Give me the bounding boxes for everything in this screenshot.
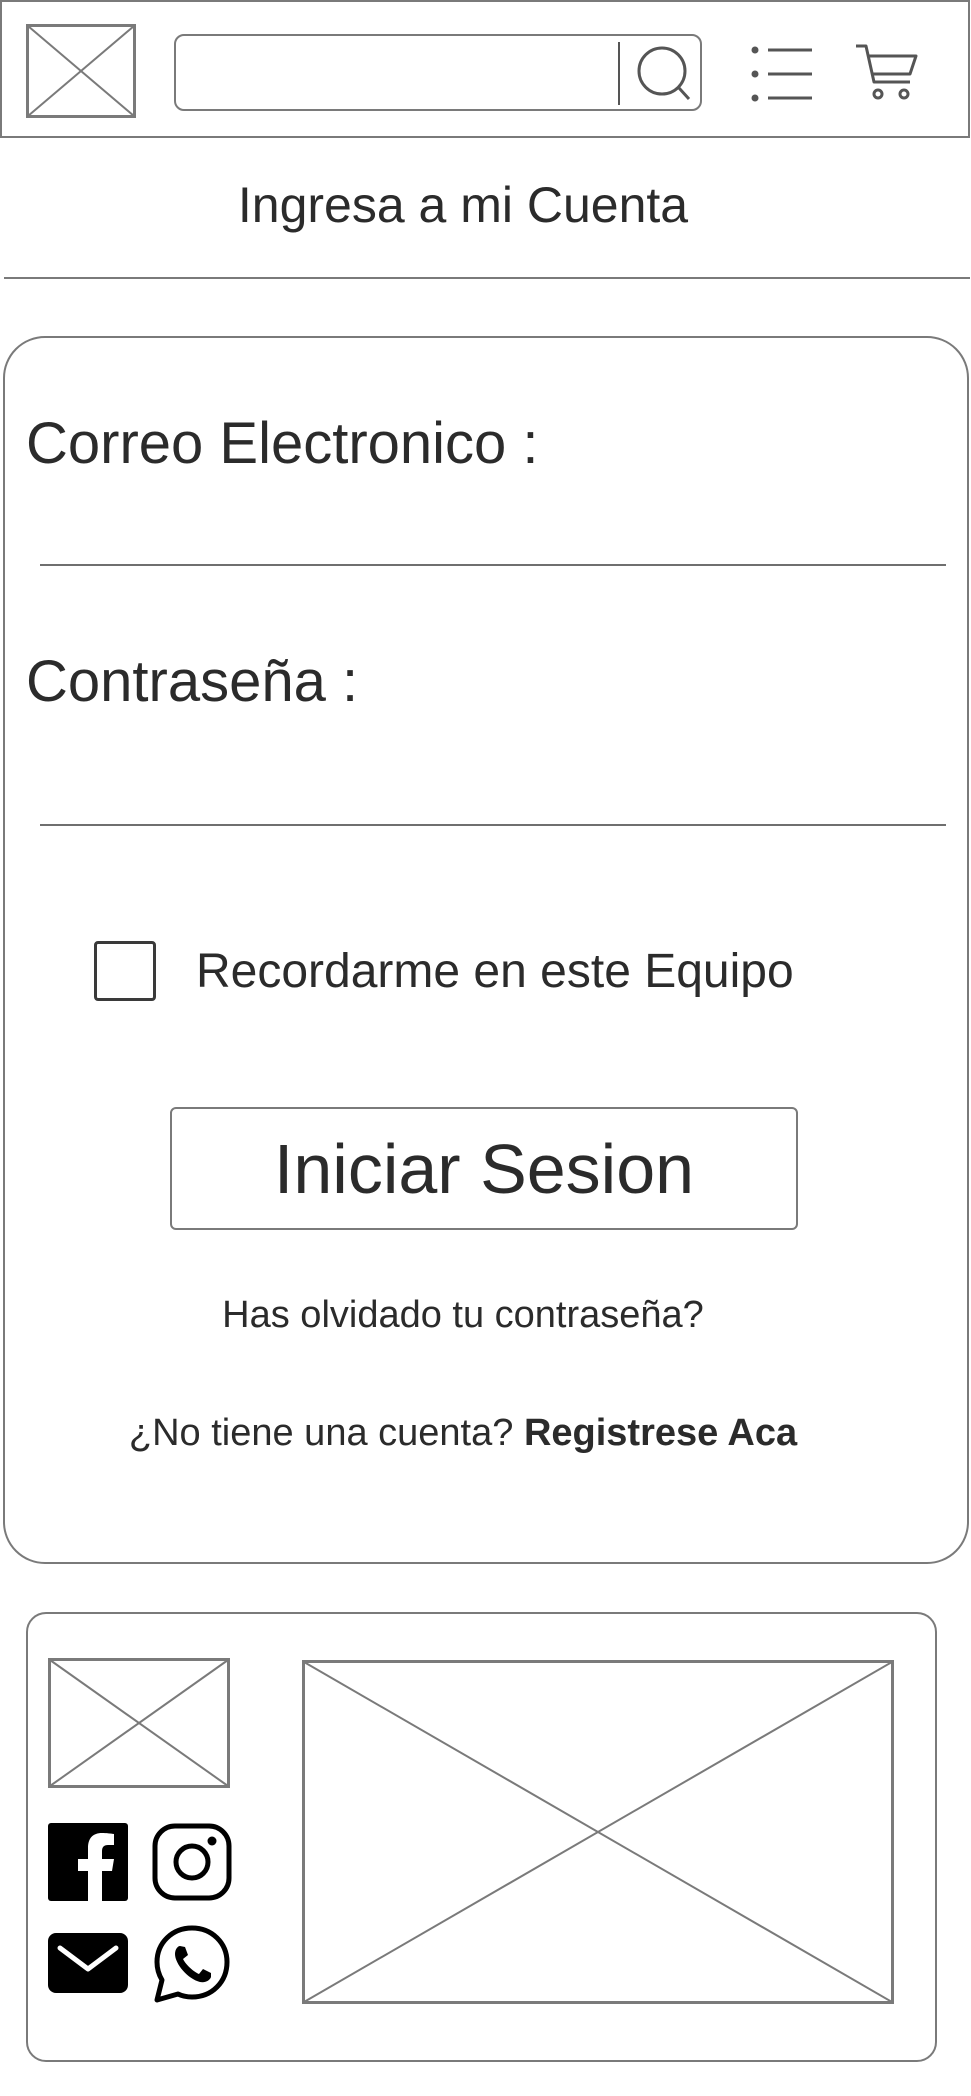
cart-icon[interactable] [854,40,920,104]
no-account-text: ¿No tiene una cuenta? [128,1412,524,1454]
search-bar [174,34,702,111]
instagram-icon[interactable] [152,1823,232,1901]
remember-me-label: Recordarme en este Equipo [196,945,794,998]
email-label: Correo Electronico : [26,411,539,476]
page-title: Ingresa a mi Cuenta [237,177,689,233]
facebook-icon[interactable] [48,1823,128,1901]
title-divider [4,277,970,279]
search-icon [628,40,698,107]
email-field[interactable] [40,490,946,566]
logo-placeholder-icon [48,1658,230,1788]
search-divider [618,42,620,105]
menu-list-icon[interactable] [750,42,816,106]
top-header [0,0,970,138]
whatsapp-icon[interactable] [152,1924,232,2004]
remember-me-checkbox[interactable] [94,941,156,1001]
register-link[interactable]: Registrese Aca [524,1412,797,1454]
search-button[interactable] [628,40,698,107]
register-prompt: ¿No tiene una cuenta? Registrese Aca [0,1412,926,1455]
password-field[interactable] [40,748,946,826]
image-placeholder-icon [302,1660,894,2004]
logo-placeholder-icon[interactable] [26,24,136,118]
forgot-password-link[interactable]: Has olvidado tu contraseña? [0,1294,926,1337]
password-label: Contraseña : [26,649,359,714]
login-button[interactable]: Iniciar Sesion [170,1107,798,1230]
mail-icon[interactable] [48,1933,128,1993]
search-input[interactable] [186,44,606,101]
